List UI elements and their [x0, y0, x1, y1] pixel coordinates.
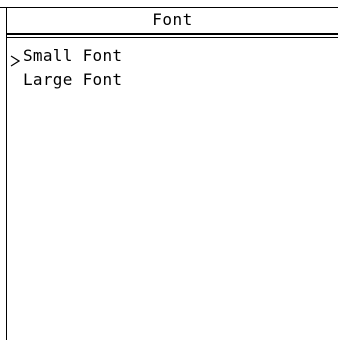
- page-title: Font: [152, 10, 193, 29]
- menu-item-large-font[interactable]: Large Font: [7, 68, 338, 92]
- menu-item-small-font[interactable]: Small Font: [7, 44, 338, 68]
- title-divider-thin: [7, 37, 338, 38]
- menu-item-label: Large Font: [23, 70, 123, 89]
- selection-cursor-icon: [10, 50, 21, 67]
- font-menu-list: Small Font Large Font: [7, 44, 338, 92]
- font-menu-screen: Font Small Font Large Font: [0, 0, 338, 340]
- title-divider-thick: [7, 33, 338, 35]
- menu-item-label: Small Font: [23, 46, 123, 65]
